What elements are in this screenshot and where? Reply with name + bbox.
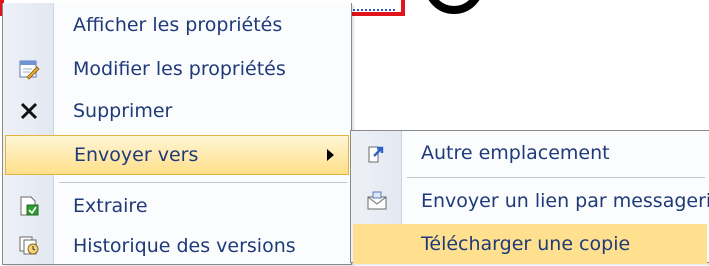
menu-item-edit-properties[interactable]: Modifier les propriétés [5,49,349,89]
submenu-item-download-copy[interactable]: Télécharger une copie [353,224,707,264]
version-history-icon [5,226,53,266]
menu-item-version-history[interactable]: Historique des versions [5,226,349,266]
submenu-item-other-location[interactable]: Autre emplacement [353,133,707,173]
menu-item-label: Supprimer [73,100,173,122]
send-to-submenu: Autre emplacement Envoyer un lien par me… [350,130,709,264]
partial-circle-glyph [424,0,484,14]
view-properties-icon [5,5,53,45]
edit-properties-icon [5,49,53,89]
menu-separator [59,182,347,183]
submenu-item-email-link[interactable]: Envoyer un lien par messagerie [353,181,709,221]
submenu-arrow-icon [327,149,334,161]
send-to-icon-slot [6,135,54,175]
submenu-item-label: Télécharger une copie [421,233,631,255]
context-menu: Afficher les propriétés Modifier les pro… [2,3,352,265]
menu-item-check-out[interactable]: Extraire [5,186,349,226]
submenu-item-label: Envoyer un lien par messagerie [421,190,709,212]
menu-item-label: Envoyer vers [74,144,199,166]
download-copy-icon-slot [353,224,401,264]
menu-item-delete[interactable]: Supprimer [5,91,349,131]
menu-separator [407,177,705,178]
menu-item-label: Historique des versions [73,235,296,257]
submenu-item-label: Autre emplacement [421,142,610,164]
menu-item-view-properties[interactable]: Afficher les propriétés [5,5,349,45]
menu-item-label: Extraire [73,195,148,217]
delete-x-icon [5,91,53,131]
menu-item-label: Modifier les propriétés [73,58,286,80]
menu-item-label: Afficher les propriétés [73,14,283,36]
check-out-icon [5,186,53,226]
menu-item-send-to[interactable]: Envoyer vers [5,135,349,175]
email-link-icon [353,181,401,221]
send-to-location-icon [353,133,401,173]
